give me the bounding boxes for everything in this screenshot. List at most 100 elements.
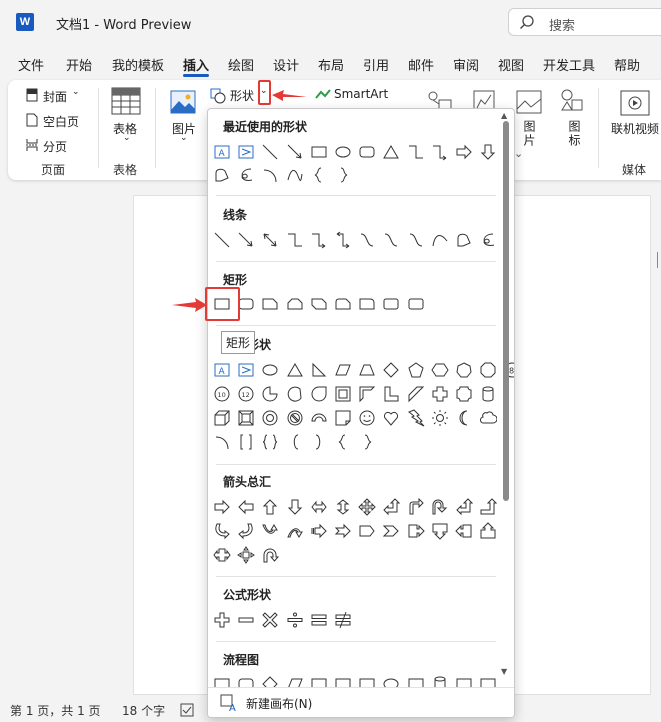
shape-curvedconn-icon[interactable] bbox=[380, 229, 402, 251]
shape-para-icon[interactable] bbox=[332, 359, 354, 381]
shape-wave-icon[interactable] bbox=[284, 164, 306, 186]
tab-home[interactable]: 开始 bbox=[66, 55, 92, 74]
shape-lrcallout-icon[interactable] bbox=[211, 544, 233, 566]
shape-arrowline-icon[interactable] bbox=[235, 229, 257, 251]
shape-elbowarrow-icon[interactable] bbox=[308, 229, 330, 251]
shape-leftup-icon[interactable] bbox=[453, 496, 475, 518]
shape-foldedcorner-icon[interactable] bbox=[332, 407, 354, 429]
shape-curvedd-icon[interactable] bbox=[284, 520, 306, 542]
shape-dod12-icon[interactable]: 12 bbox=[235, 383, 257, 405]
icons-icon[interactable] bbox=[560, 88, 584, 114]
shape-chord-icon[interactable] bbox=[284, 383, 306, 405]
shape-lightning-icon[interactable] bbox=[405, 407, 427, 429]
search-input[interactable]: 搜索 bbox=[508, 8, 661, 36]
shape-circarrow-icon[interactable] bbox=[259, 544, 281, 566]
shape-pentarrow-icon[interactable] bbox=[356, 520, 378, 542]
shape-elbow-icon[interactable] bbox=[284, 229, 306, 251]
shape-minus-icon[interactable] bbox=[235, 609, 257, 631]
shape-hexagon-icon[interactable] bbox=[429, 359, 451, 381]
shape-heart-icon[interactable] bbox=[380, 407, 402, 429]
chevron-down-icon[interactable]: ⌄ bbox=[514, 147, 523, 160]
shape-uarrow-icon[interactable] bbox=[259, 496, 281, 518]
tab-developer[interactable]: 开发工具 bbox=[543, 55, 595, 74]
shape-curvedconn-icon[interactable] bbox=[405, 229, 427, 251]
shape-equal-icon[interactable] bbox=[308, 609, 330, 631]
shape-textbox-icon[interactable]: A bbox=[211, 359, 233, 381]
shape-arcsm-icon[interactable] bbox=[211, 431, 233, 453]
shape-rcallout-icon[interactable] bbox=[405, 520, 427, 542]
shape-scribble-icon[interactable] bbox=[235, 164, 257, 186]
shape-leftup-icon[interactable] bbox=[380, 496, 402, 518]
tab-draw[interactable]: 绘图 bbox=[228, 55, 254, 74]
tab-view[interactable]: 视图 bbox=[498, 55, 524, 74]
shape-bevel-icon[interactable] bbox=[235, 407, 257, 429]
shape-arc-icon[interactable] bbox=[259, 164, 281, 186]
shape-darrow-icon[interactable] bbox=[284, 496, 306, 518]
table-icon[interactable] bbox=[111, 87, 141, 115]
shape-notched-icon[interactable] bbox=[332, 520, 354, 542]
new-canvas-menu-item[interactable]: A 新建画布(N) bbox=[208, 687, 514, 717]
shape-dec10-icon[interactable]: 10 bbox=[211, 383, 233, 405]
shape-oval-icon[interactable] bbox=[259, 359, 281, 381]
shape-oval-icon[interactable] bbox=[332, 141, 354, 163]
shape-blockarc-icon[interactable] bbox=[308, 407, 330, 429]
shape-freeform-icon[interactable] bbox=[453, 229, 475, 251]
shape-lshape-icon[interactable] bbox=[380, 383, 402, 405]
shape-divide-icon[interactable] bbox=[284, 609, 306, 631]
chevron-down-icon[interactable]: ⌄ bbox=[180, 133, 188, 143]
shape-udarrow-icon[interactable] bbox=[332, 496, 354, 518]
shape-striped-icon[interactable] bbox=[308, 520, 330, 542]
picture-icon[interactable] bbox=[516, 90, 542, 114]
tab-layout[interactable]: 布局 bbox=[318, 55, 344, 74]
tab-file[interactable]: 文件 bbox=[18, 55, 44, 74]
shape-diamond-icon[interactable] bbox=[380, 359, 402, 381]
shape-notequal-icon[interactable] bbox=[332, 609, 354, 631]
tab-help[interactable]: 帮助 bbox=[614, 55, 640, 74]
scrollbar-thumb[interactable] bbox=[503, 121, 509, 501]
shape-sniprnd-icon[interactable] bbox=[332, 293, 354, 315]
shape-rnd1-icon[interactable] bbox=[356, 293, 378, 315]
shape-line-icon[interactable] bbox=[211, 229, 233, 251]
shape-elbowarrow-icon[interactable] bbox=[429, 141, 451, 163]
shape-elbow-icon[interactable] bbox=[405, 141, 427, 163]
shape-line-icon[interactable] bbox=[259, 141, 281, 163]
shape-bentup-icon[interactable] bbox=[477, 496, 499, 518]
shape-lbrace-icon[interactable] bbox=[332, 431, 354, 453]
shape-nosymbol-icon[interactable] bbox=[284, 407, 306, 429]
word-count[interactable]: 18 个字 bbox=[122, 702, 165, 719]
shape-plus-icon[interactable] bbox=[211, 609, 233, 631]
shape-sun-icon[interactable] bbox=[429, 407, 451, 429]
shape-quadarrow-icon[interactable] bbox=[356, 496, 378, 518]
shape-cube-icon[interactable] bbox=[211, 407, 233, 429]
shape-ucallout-icon[interactable] bbox=[477, 520, 499, 542]
shape-dblarrow-icon[interactable] bbox=[259, 229, 281, 251]
shape-rnd2-icon[interactable] bbox=[380, 293, 402, 315]
shape-rnd2-icon[interactable] bbox=[405, 293, 427, 315]
shape-halfframe-icon[interactable] bbox=[356, 383, 378, 405]
smartart-button[interactable]: SmartArt bbox=[334, 87, 388, 101]
shape-rarrow-icon[interactable] bbox=[211, 496, 233, 518]
shape-bracketpair-icon[interactable] bbox=[235, 431, 257, 453]
shape-darrow-icon[interactable] bbox=[477, 141, 499, 163]
shape-cloud-icon[interactable] bbox=[477, 407, 499, 429]
shape-lbrace-icon[interactable] bbox=[308, 164, 330, 186]
shape-uturn-icon[interactable] bbox=[429, 496, 451, 518]
shape-curvedl-icon[interactable] bbox=[235, 520, 257, 542]
blank-page-button[interactable]: 空白页 bbox=[43, 113, 79, 130]
shape-pie-icon[interactable] bbox=[259, 383, 281, 405]
online-video-button[interactable]: 联机视频 bbox=[611, 120, 659, 137]
shape-vtextbox-icon[interactable] bbox=[235, 141, 257, 163]
shape-snip1-icon[interactable] bbox=[259, 293, 281, 315]
picture-button[interactable]: 图片 bbox=[521, 120, 538, 148]
shape-tri-icon[interactable] bbox=[380, 141, 402, 163]
shape-heptagon-icon[interactable] bbox=[453, 359, 475, 381]
shape-textbox-icon[interactable]: A bbox=[211, 141, 233, 163]
shape-diagstripe-icon[interactable] bbox=[405, 383, 427, 405]
proofing-icon[interactable] bbox=[180, 703, 194, 717]
shape-rtri-icon[interactable] bbox=[308, 359, 330, 381]
shape-mult-icon[interactable] bbox=[259, 609, 281, 631]
page-count[interactable]: 第 1 页，共 1 页 bbox=[10, 702, 101, 719]
shape-lrarrow-icon[interactable] bbox=[308, 496, 330, 518]
shape-tri-icon[interactable] bbox=[284, 359, 306, 381]
shape-freeform-icon[interactable] bbox=[211, 164, 233, 186]
